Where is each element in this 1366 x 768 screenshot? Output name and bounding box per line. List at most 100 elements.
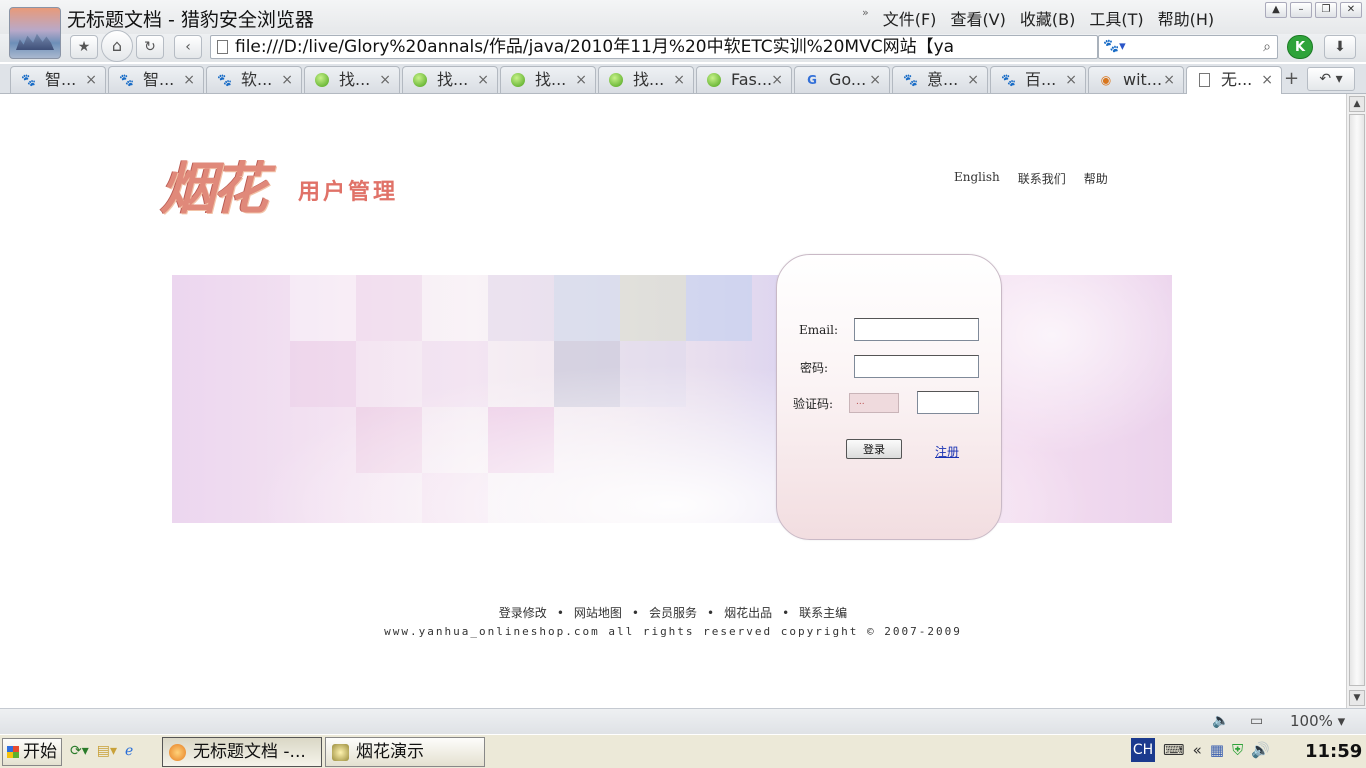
window-title: 无标题文档 - 猎豹安全浏览器: [67, 9, 314, 31]
ime-indicator[interactable]: CH: [1131, 738, 1155, 762]
top-links: English 联系我们 帮助: [954, 170, 1108, 187]
scroll-down-icon[interactable]: ▼: [1349, 690, 1365, 706]
footer-separator: •: [556, 606, 564, 620]
zoom-level[interactable]: 100% ▾: [1290, 712, 1345, 730]
search-icon[interactable]: ⌕: [1263, 39, 1271, 55]
english-link[interactable]: English: [954, 170, 1000, 187]
scroll-up-icon[interactable]: ▲: [1349, 96, 1365, 112]
tab-active[interactable]: 无... ×: [1186, 66, 1282, 94]
tab[interactable]: 🐾 智... ×: [108, 66, 204, 93]
network-icon[interactable]: ▦: [1210, 741, 1224, 759]
speaker-icon[interactable]: 🔊: [1251, 741, 1270, 759]
tab[interactable]: ◉ wit... ×: [1088, 66, 1184, 93]
footer-link-contact-editor[interactable]: 联系主编: [799, 606, 847, 620]
tab-close-icon[interactable]: ×: [379, 67, 391, 93]
footer-links: 登录修改 • 网站地图 • 会员服务 • 烟花出品 • 联系主编: [0, 604, 1346, 621]
tab-close-icon[interactable]: ×: [575, 67, 587, 93]
new-tab-icon[interactable]: +: [1284, 68, 1299, 89]
tab-close-icon[interactable]: ×: [869, 67, 881, 93]
keyboard-icon[interactable]: ⌨: [1163, 741, 1185, 759]
tray-expand-icon[interactable]: «: [1193, 741, 1202, 759]
site-logo: 烟花 用户管理: [160, 144, 420, 222]
tab-label: 软...: [241, 70, 273, 89]
status-bar: 🔈 ▭ 100% ▾: [0, 708, 1366, 734]
captcha-label: 验证码:: [793, 397, 834, 411]
quick-launch-folder-icon[interactable]: ▤▾: [97, 743, 117, 759]
menu-help[interactable]: 帮助(H): [1158, 6, 1215, 30]
window-controls: ▲ – ❐ ✕: [1265, 2, 1362, 18]
tab[interactable]: 找... ×: [402, 66, 498, 93]
close-icon[interactable]: ✕: [1340, 2, 1362, 18]
tab-close-icon[interactable]: ×: [183, 67, 195, 93]
tab-close-icon[interactable]: ×: [1261, 67, 1273, 93]
back-icon[interactable]: ‹: [174, 35, 202, 59]
password-field[interactable]: [854, 355, 979, 378]
undo-close-tab-icon[interactable]: ↶ ▾: [1307, 67, 1355, 91]
security-shield-icon[interactable]: ⛨: [1232, 741, 1243, 759]
search-input[interactable]: 🐾▾ ⌕: [1098, 35, 1278, 59]
footer-link-login-modify[interactable]: 登录修改: [499, 606, 547, 620]
menu-favorites[interactable]: 收藏(B): [1020, 6, 1075, 30]
taskbar-item-demo[interactable]: 烟花演示: [325, 737, 485, 767]
scroll-thumb[interactable]: [1349, 114, 1365, 686]
address-bar[interactable]: file:///D:/live/Glory%20annals/作品/java/2…: [210, 35, 1098, 59]
tab[interactable]: Fas... ×: [696, 66, 792, 93]
menu-toggle-icon[interactable]: »: [862, 6, 869, 30]
menu-file[interactable]: 文件(F): [883, 6, 937, 30]
tab[interactable]: 🐾 软... ×: [206, 66, 302, 93]
restore-icon[interactable]: ❐: [1315, 2, 1337, 18]
menu-bar: » 文件(F) 查看(V) 收藏(B) 工具(T) 帮助(H): [862, 6, 1214, 30]
tab-close-icon[interactable]: ×: [477, 67, 489, 93]
quick-launch-ie-icon[interactable]: ℯ: [125, 743, 133, 759]
cheetah-k-icon[interactable]: K: [1287, 35, 1313, 59]
menu-view[interactable]: 查看(V): [950, 6, 1005, 30]
tab-close-icon[interactable]: ×: [1163, 67, 1175, 93]
tab[interactable]: G Go... ×: [794, 66, 890, 93]
banner-image: [172, 275, 1172, 523]
tab-close-icon[interactable]: ×: [967, 67, 979, 93]
skin-icon[interactable]: ▲: [1265, 2, 1287, 18]
contact-link[interactable]: 联系我们: [1018, 170, 1066, 187]
paw-icon: 🐾: [1001, 73, 1016, 87]
tab[interactable]: 🐾 智... ×: [10, 66, 106, 93]
footer-link-member-service[interactable]: 会员服务: [649, 606, 697, 620]
captcha-field[interactable]: [917, 391, 979, 414]
tab-close-icon[interactable]: ×: [673, 67, 685, 93]
tab[interactable]: 🐾 意... ×: [892, 66, 988, 93]
download-icon[interactable]: ⬇: [1324, 35, 1356, 59]
vertical-scrollbar[interactable]: ▲ ▼: [1346, 94, 1366, 708]
taskbar-item-browser[interactable]: 无标题文档 -...: [162, 737, 322, 767]
help-link[interactable]: 帮助: [1084, 170, 1108, 187]
captcha-image[interactable]: ...: [849, 393, 899, 413]
menu-tools[interactable]: 工具(T): [1089, 6, 1143, 30]
footer-link-sitemap[interactable]: 网站地图: [574, 606, 622, 620]
tab-close-icon[interactable]: ×: [1065, 67, 1077, 93]
login-button[interactable]: 登录: [846, 439, 902, 459]
start-button[interactable]: 开始: [2, 738, 62, 766]
tab-label: 找...: [535, 70, 567, 89]
footer-link-yanhua-products[interactable]: 烟花出品: [724, 606, 772, 620]
footer-separator: •: [782, 606, 790, 620]
address-url: file:///D:/live/Glory%20annals/作品/java/2…: [235, 37, 955, 57]
email-label: Email:: [799, 323, 839, 337]
refresh-icon[interactable]: ↻: [136, 35, 164, 59]
tab[interactable]: 找... ×: [500, 66, 596, 93]
navigation-toolbar: ★ ⌂ ↻ ‹ file:///D:/live/Glory%20annals/作…: [0, 30, 1366, 62]
email-field[interactable]: [854, 318, 979, 341]
login-panel: Email: 密码: 验证码: ... 登录 注册: [776, 254, 1002, 540]
tab-close-icon[interactable]: ×: [771, 67, 783, 93]
tab-close-icon[interactable]: ×: [85, 67, 97, 93]
minimize-icon[interactable]: –: [1290, 2, 1312, 18]
tab[interactable]: 找... ×: [304, 66, 400, 93]
window-mode-icon[interactable]: ▭: [1250, 713, 1263, 729]
volume-icon[interactable]: 🔈: [1212, 713, 1229, 729]
browser-logo-icon: [9, 7, 61, 59]
favorite-star-icon[interactable]: ★: [70, 35, 98, 59]
tab[interactable]: 🐾 百... ×: [990, 66, 1086, 93]
tab-close-icon[interactable]: ×: [281, 67, 293, 93]
home-icon[interactable]: ⌂: [101, 30, 133, 62]
quick-launch-app-icon[interactable]: ⟳▾: [70, 743, 89, 759]
search-engine-icon[interactable]: 🐾▾: [1103, 39, 1126, 54]
tab[interactable]: 找... ×: [598, 66, 694, 93]
register-link[interactable]: 注册: [935, 443, 959, 460]
